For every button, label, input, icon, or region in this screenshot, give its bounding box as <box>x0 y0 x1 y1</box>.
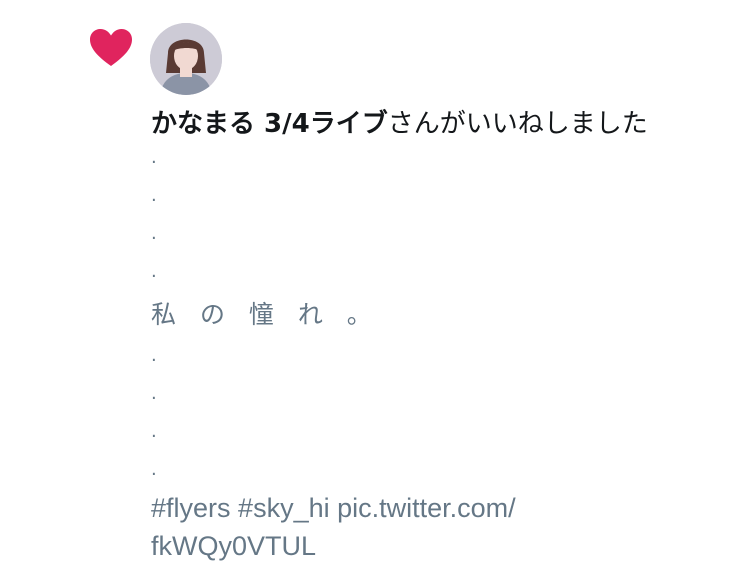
hashtag-flyers[interactable]: #flyers <box>151 493 231 523</box>
dot-line: . <box>151 345 157 366</box>
notification-text: かなまる 3/4ライブさんがいいねしました <box>151 106 648 142</box>
dot-line: . <box>151 383 157 404</box>
heart-icon <box>89 28 133 68</box>
dot-line: . <box>151 223 157 244</box>
tweet-links-line: #flyers #sky_hi pic.twitter.com/ <box>151 489 516 527</box>
pic-link-continued[interactable]: fkWQy0VTUL <box>151 527 516 565</box>
like-notification[interactable]: かなまる 3/4ライブさんがいいねしました . . . . 私 の 憧 れ 。 … <box>0 0 750 572</box>
hashtag-sky-hi[interactable]: #sky_hi <box>238 493 330 523</box>
tweet-phrase: 私 の 憧 れ 。 <box>151 300 380 329</box>
tweet-text[interactable]: . . . . 私 の 憧 れ 。 . . . . #flyers #sky_h… <box>151 139 516 565</box>
pic-link[interactable]: pic.twitter.com/ <box>337 493 516 523</box>
dot-line: . <box>151 261 157 282</box>
action-text: さんがいいねしました <box>387 109 648 139</box>
user-avatar[interactable] <box>150 23 222 95</box>
dot-line: . <box>151 459 157 480</box>
dot-line: . <box>151 185 157 206</box>
dot-line: . <box>151 147 157 168</box>
user-name-link[interactable]: かなまる 3/4ライブ <box>151 109 388 139</box>
dot-line: . <box>151 421 157 442</box>
